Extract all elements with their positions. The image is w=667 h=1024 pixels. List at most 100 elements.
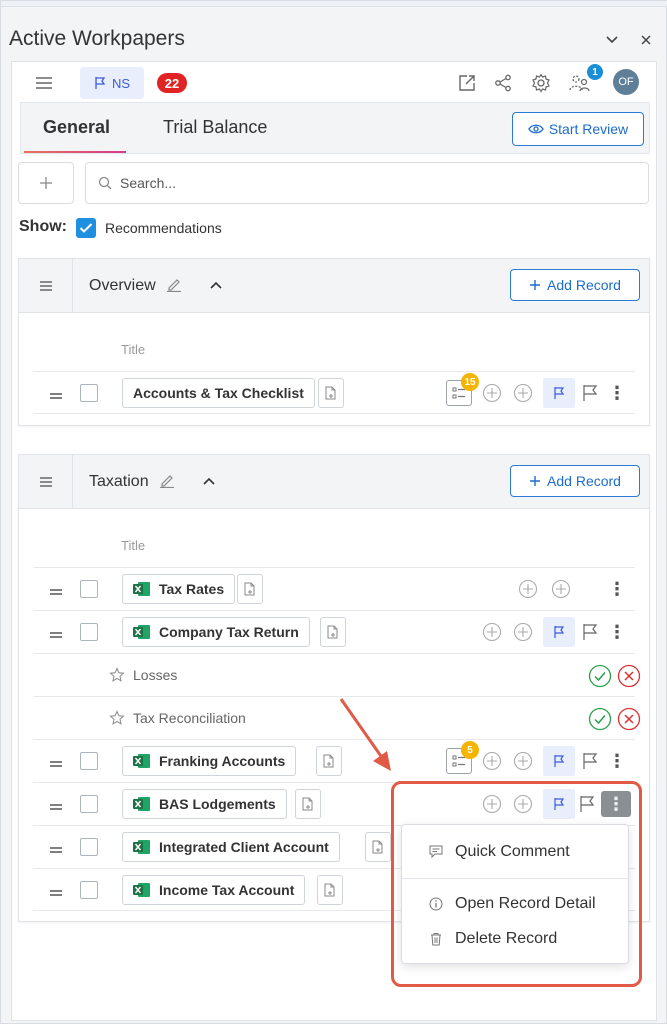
record-chip[interactable]: Accounts & Tax Checklist — [122, 378, 315, 408]
flag-ns-icon[interactable] — [543, 378, 575, 408]
record-chip[interactable]: Integrated Client Account — [122, 832, 340, 862]
drag-handle-icon[interactable] — [49, 798, 63, 816]
column-header-title: Title — [121, 538, 146, 553]
record-chip[interactable]: BAS Lodgements — [122, 789, 287, 819]
recommendation-label: Losses — [133, 667, 178, 683]
section-menu-icon[interactable] — [19, 455, 73, 509]
gear-icon[interactable] — [530, 72, 552, 94]
search-input[interactable]: Search... — [85, 162, 649, 204]
tab-trial-balance[interactable]: Trial Balance — [163, 117, 267, 138]
star-icon[interactable] — [109, 667, 125, 683]
checklist-icon[interactable]: 15 — [446, 373, 479, 406]
share-icon[interactable] — [492, 72, 514, 94]
eye-icon — [528, 124, 544, 134]
attach-document-icon[interactable] — [365, 832, 391, 862]
accept-icon[interactable] — [588, 707, 612, 731]
attach-document-icon[interactable] — [295, 789, 321, 819]
flag-icon — [95, 77, 106, 89]
row-checkbox[interactable] — [80, 623, 98, 641]
attach-document-icon[interactable] — [318, 378, 344, 408]
attach-document-icon[interactable] — [237, 574, 263, 604]
drag-handle-icon[interactable] — [49, 583, 63, 601]
excel-icon — [133, 840, 150, 854]
flag-ns-icon[interactable] — [543, 746, 575, 776]
record-chip[interactable]: Income Tax Account — [122, 875, 306, 905]
row-checkbox[interactable] — [80, 752, 98, 770]
table-row[interactable]: Accounts & Tax Checklist 15 ⋮ — [33, 371, 635, 414]
recommendation-row: Losses — [33, 653, 641, 696]
start-review-button[interactable]: Start Review — [512, 112, 644, 146]
edit-icon[interactable] — [166, 276, 182, 293]
edit-icon[interactable] — [159, 472, 175, 489]
table-row[interactable]: Company Tax Return ⋮ — [33, 610, 635, 653]
record-label: Franking Accounts — [159, 753, 286, 769]
excel-icon — [133, 582, 150, 596]
chevron-up-icon[interactable] — [202, 476, 216, 486]
drag-handle-icon[interactable] — [49, 841, 63, 859]
star-icon[interactable] — [109, 710, 125, 726]
count-badge[interactable]: 22 — [157, 73, 187, 93]
drag-handle-icon[interactable] — [49, 884, 63, 902]
record-chip[interactable]: Tax Rates — [122, 574, 236, 604]
more-options-icon[interactable]: ⋮ — [607, 748, 627, 774]
row-checkbox[interactable] — [80, 795, 98, 813]
add-circle-icon[interactable] — [481, 621, 503, 643]
chevron-down-icon[interactable] — [601, 27, 623, 53]
attach-document-icon[interactable] — [320, 617, 346, 647]
chevron-up-icon[interactable] — [209, 280, 223, 290]
section-menu-icon[interactable] — [19, 259, 73, 313]
add-record-button[interactable]: Add Record — [510, 465, 640, 497]
row-checkbox[interactable] — [80, 881, 98, 899]
more-options-icon[interactable]: ⋮ — [607, 380, 627, 406]
add-circle-icon[interactable] — [481, 750, 503, 772]
table-row[interactable]: Tax Rates ⋮ — [33, 567, 635, 610]
external-link-icon[interactable] — [456, 72, 478, 94]
add-circle-icon[interactable] — [512, 750, 534, 772]
column-header-title: Title — [121, 342, 146, 357]
flag-ns-icon[interactable] — [543, 617, 575, 647]
record-chip[interactable]: Company Tax Return — [122, 617, 310, 647]
notification-badge: 1 — [587, 64, 603, 80]
add-circle-icon[interactable] — [481, 382, 503, 404]
row-checkbox[interactable] — [80, 384, 98, 402]
close-icon[interactable] — [635, 27, 657, 53]
flag-icon[interactable] — [579, 382, 601, 404]
add-record-button[interactable]: Add Record — [510, 269, 640, 301]
plus-icon — [40, 177, 52, 189]
add-circle-icon[interactable] — [512, 621, 534, 643]
reject-icon[interactable] — [617, 664, 641, 688]
start-review-label: Start Review — [548, 121, 629, 137]
section-header: Taxation Add Record — [19, 455, 649, 509]
top-strip — [1, 1, 667, 7]
flag-icon[interactable] — [579, 621, 601, 643]
more-options-icon[interactable]: ⋮ — [607, 576, 627, 602]
hamburger-menu-icon[interactable] — [32, 72, 56, 94]
reject-icon[interactable] — [617, 707, 641, 731]
more-options-icon[interactable]: ⋮ — [607, 619, 627, 645]
ns-flag-filter[interactable]: NS — [80, 67, 144, 99]
recommendations-checkbox[interactable] — [76, 218, 96, 238]
plus-icon — [530, 476, 541, 486]
add-circle-icon[interactable] — [550, 578, 572, 600]
add-circle-icon[interactable] — [517, 578, 539, 600]
record-label: Company Tax Return — [159, 624, 299, 640]
annotation-arrow — [339, 698, 391, 771]
row-checkbox[interactable] — [80, 838, 98, 856]
tab-bar: General Trial Balance Start Review — [20, 102, 650, 154]
record-chip[interactable]: Franking Accounts — [122, 746, 297, 776]
active-tab-indicator — [24, 151, 126, 153]
checklist-count-badge: 5 — [461, 741, 479, 759]
drag-handle-icon[interactable] — [49, 626, 63, 644]
drag-handle-icon[interactable] — [49, 755, 63, 773]
flag-icon[interactable] — [579, 750, 601, 772]
attach-document-icon[interactable] — [317, 875, 343, 905]
row-checkbox[interactable] — [80, 580, 98, 598]
add-circle-icon[interactable] — [512, 382, 534, 404]
checklist-icon[interactable]: 5 — [446, 741, 479, 774]
avatar[interactable]: OF — [613, 69, 639, 95]
accept-icon[interactable] — [588, 664, 612, 688]
tab-general[interactable]: General — [43, 117, 110, 138]
add-button[interactable] — [18, 162, 74, 204]
drag-handle-icon[interactable] — [49, 387, 63, 405]
record-label: Income Tax Account — [159, 882, 295, 898]
